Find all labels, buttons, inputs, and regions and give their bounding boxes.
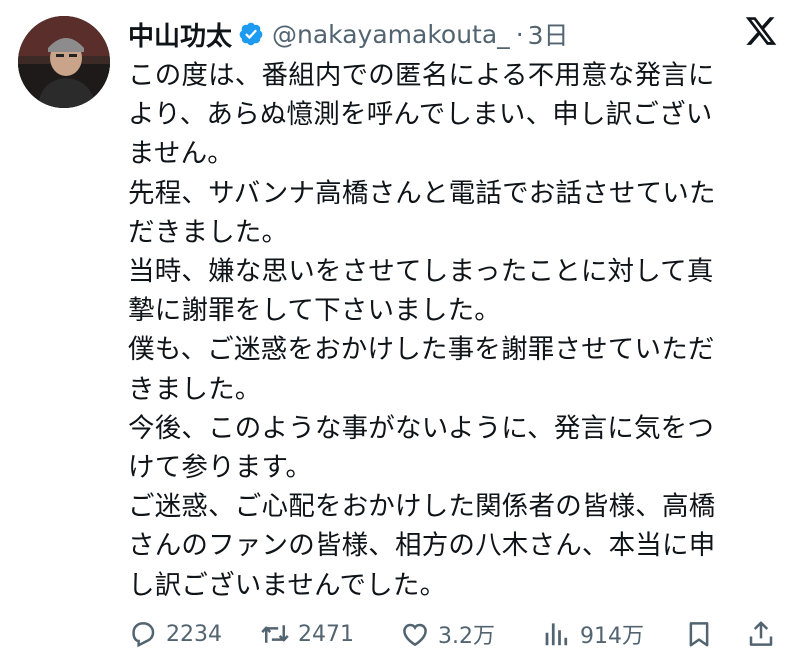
handle[interactable]: @nakayamakouta_: [272, 20, 510, 49]
tweet-text-line: さんのファンの皆様、相方の八木さん、本当に申: [128, 530, 716, 562]
share-icon: [749, 621, 773, 646]
timestamp[interactable]: 3日: [528, 16, 569, 52]
tweet: 中山功太 @nakayamakouta_ · 3日 この度は、番組内での匿名によ…: [0, 0, 800, 669]
tweet-text-line: 今後、このような事がないように、発言に気をつ: [128, 412, 715, 444]
reply-count: 2234: [166, 621, 222, 647]
bookmark-icon: [689, 622, 709, 647]
tweet-text-line: ません。: [128, 138, 235, 170]
avatar[interactable]: [18, 16, 110, 108]
tweet-text-line: この度は、番組内での匿名による不用意な発言に: [128, 60, 715, 91]
like-count: 3.2万: [438, 624, 495, 649]
tweet-text-line: し訳ございませんでした。: [128, 569, 447, 601]
bookmark-button[interactable]: [684, 619, 714, 649]
tweet-text-line: 当時、嫌な思いをさせてしまったことに対して真: [128, 256, 714, 288]
tweet-text-line: だきました。: [128, 216, 289, 248]
heart-icon: [403, 623, 427, 647]
separator-dot: ·: [515, 19, 524, 49]
retweet-button[interactable]: 2471: [260, 619, 354, 649]
display-name[interactable]: 中山功太: [128, 16, 232, 53]
tweet-text-line: きました。: [128, 373, 262, 405]
views-button[interactable]: 914万: [542, 618, 644, 650]
tweet-text-line: 摯に謝罪をして下さいました。: [128, 295, 502, 327]
retweet-count: 2471: [298, 621, 354, 647]
tweet-header: 中山功太 @nakayamakouta_ · 3日: [128, 14, 569, 54]
action-bar: 2234 2471 3.2万 914万: [128, 614, 780, 654]
tweet-text-line: より、あらぬ憶測を呼んでしまい、申し訳ござい: [128, 99, 713, 131]
reply-button[interactable]: 2234: [128, 619, 222, 649]
views-count: 914万: [580, 624, 644, 649]
tweet-text-line: 先程、サバンナ高橋さんと電話でお話させていた: [128, 177, 716, 209]
avatar-photo: [18, 16, 110, 108]
tweet-text-line: 僕も、ご迷惑をおかけした事を謝罪させていただ: [128, 334, 715, 366]
tweet-text: この度は、番組内での匿名による不用意な発言に より、あらぬ憶測を呼んでしまい、申…: [128, 56, 768, 605]
reply-icon: [132, 622, 155, 648]
x-logo-icon[interactable]: [744, 14, 778, 48]
analytics-icon: [545, 623, 568, 646]
tweet-text-line: けて参ります。: [128, 452, 313, 484]
like-button[interactable]: 3.2万: [400, 618, 495, 650]
verified-badge-icon[interactable]: [238, 21, 264, 47]
retweet-icon: [261, 625, 289, 643]
share-button[interactable]: [746, 619, 776, 649]
tweet-text-line: ご迷惑、ご心配をおかけした関係者の皆様、高橋: [128, 491, 716, 523]
